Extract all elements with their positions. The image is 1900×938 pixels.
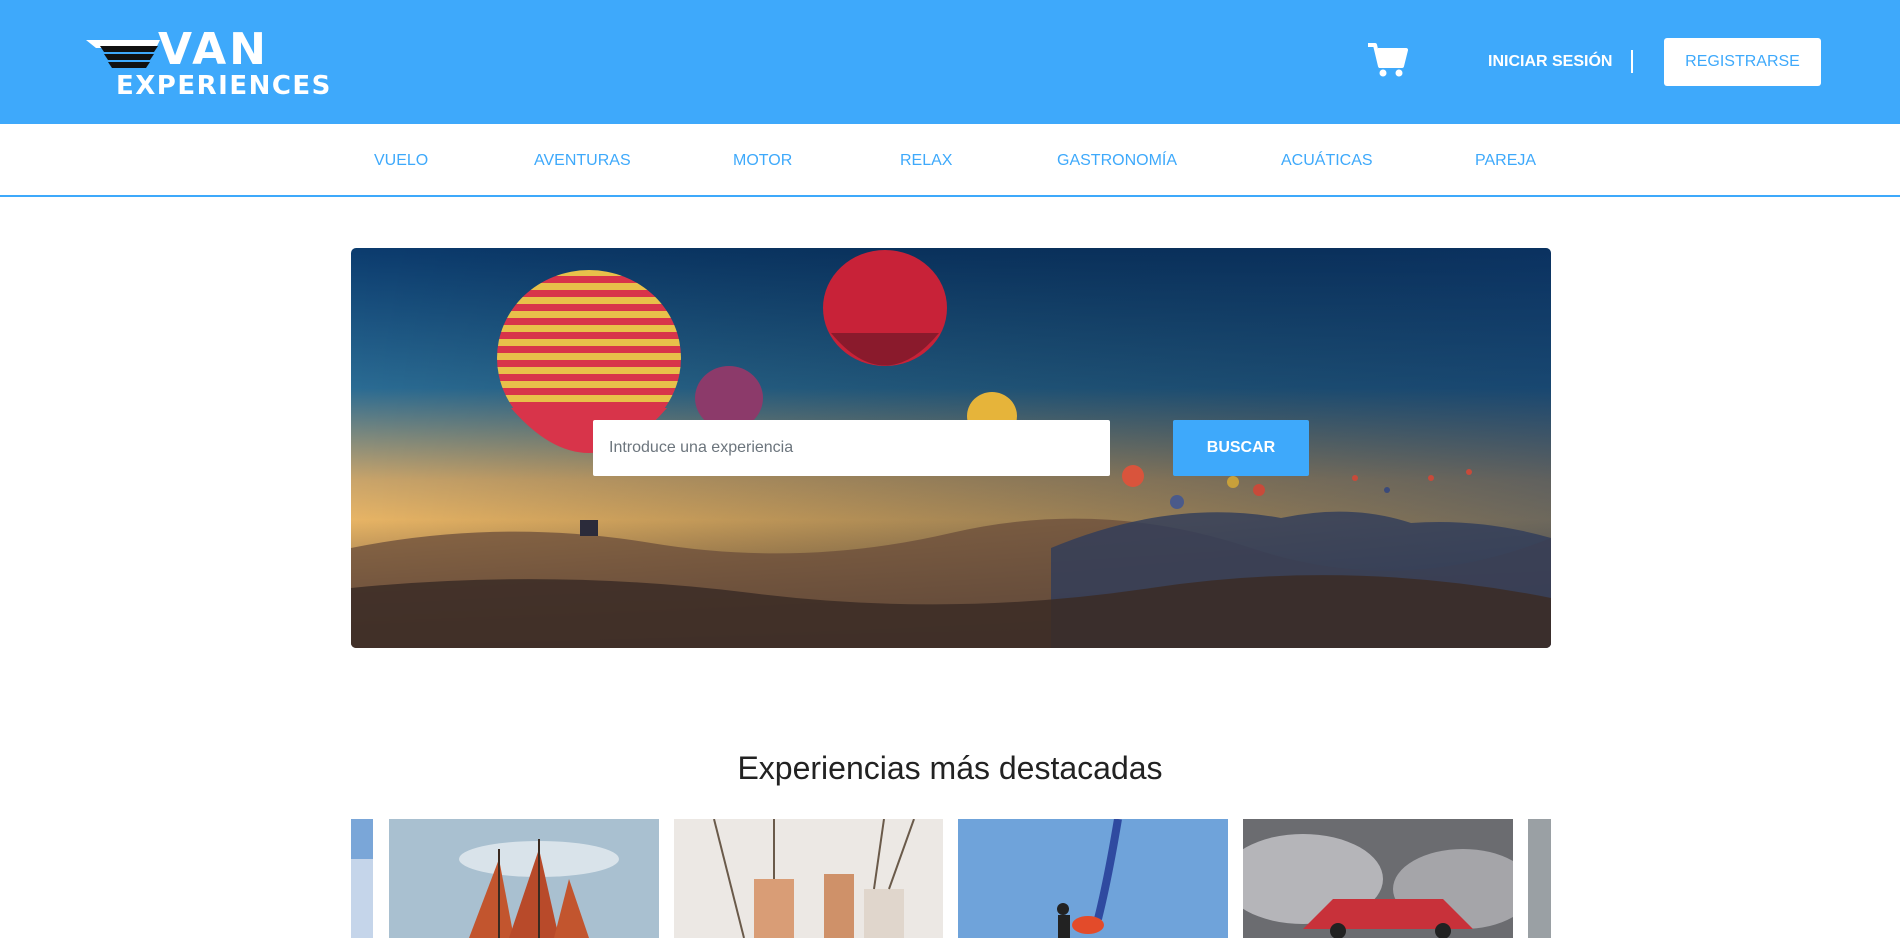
experience-card-sailing[interactable] (389, 819, 659, 938)
register-button[interactable]: REGISTRARSE (1664, 38, 1821, 86)
experience-card-bungee[interactable] (958, 819, 1228, 938)
experience-card-aromatherapy[interactable] (674, 819, 943, 938)
search-button[interactable]: BUSCAR (1173, 420, 1309, 476)
hero-banner: BUSCAR (351, 248, 1551, 648)
category-motor[interactable]: MOTOR (733, 151, 792, 171)
search-input[interactable] (593, 420, 1110, 476)
experience-card-partial-left[interactable] (351, 819, 373, 938)
category-nav: VUELO AVENTURAS MOTOR RELAX GASTRONOMÍA … (0, 124, 1900, 197)
category-vuelo[interactable]: VUELO (374, 151, 428, 171)
experience-card-drift[interactable] (1243, 819, 1513, 938)
logo-text-van: VAN (158, 24, 269, 75)
sailboat-image (389, 819, 659, 938)
experience-card-partial-right[interactable] (1528, 819, 1551, 938)
category-pareja[interactable]: PAREJA (1475, 151, 1536, 171)
logo-text-experiences: EXPERIENCES (116, 71, 332, 101)
featured-section-title: Experiencias más destacadas (737, 750, 1163, 786)
category-gastronomia[interactable]: GASTRONOMÍA (1057, 151, 1177, 171)
category-aventuras[interactable]: AVENTURAS (534, 151, 631, 171)
logo[interactable]: VAN EXPERIENCES (86, 24, 330, 100)
diffuser-image (674, 819, 943, 938)
bungee-image (958, 819, 1228, 938)
category-acuaticas[interactable]: ACUÁTICAS (1281, 151, 1373, 171)
wings-icon (86, 40, 160, 68)
cart-icon[interactable] (1368, 42, 1412, 82)
featured-carousel (351, 819, 1551, 938)
top-header: VAN EXPERIENCES INICIAR SESIÓN REGISTRAR… (0, 0, 1900, 124)
drift-car-image (1243, 819, 1513, 938)
header-divider (1631, 50, 1633, 73)
category-relax[interactable]: RELAX (900, 151, 952, 171)
login-link[interactable]: INICIAR SESIÓN (1488, 52, 1612, 72)
